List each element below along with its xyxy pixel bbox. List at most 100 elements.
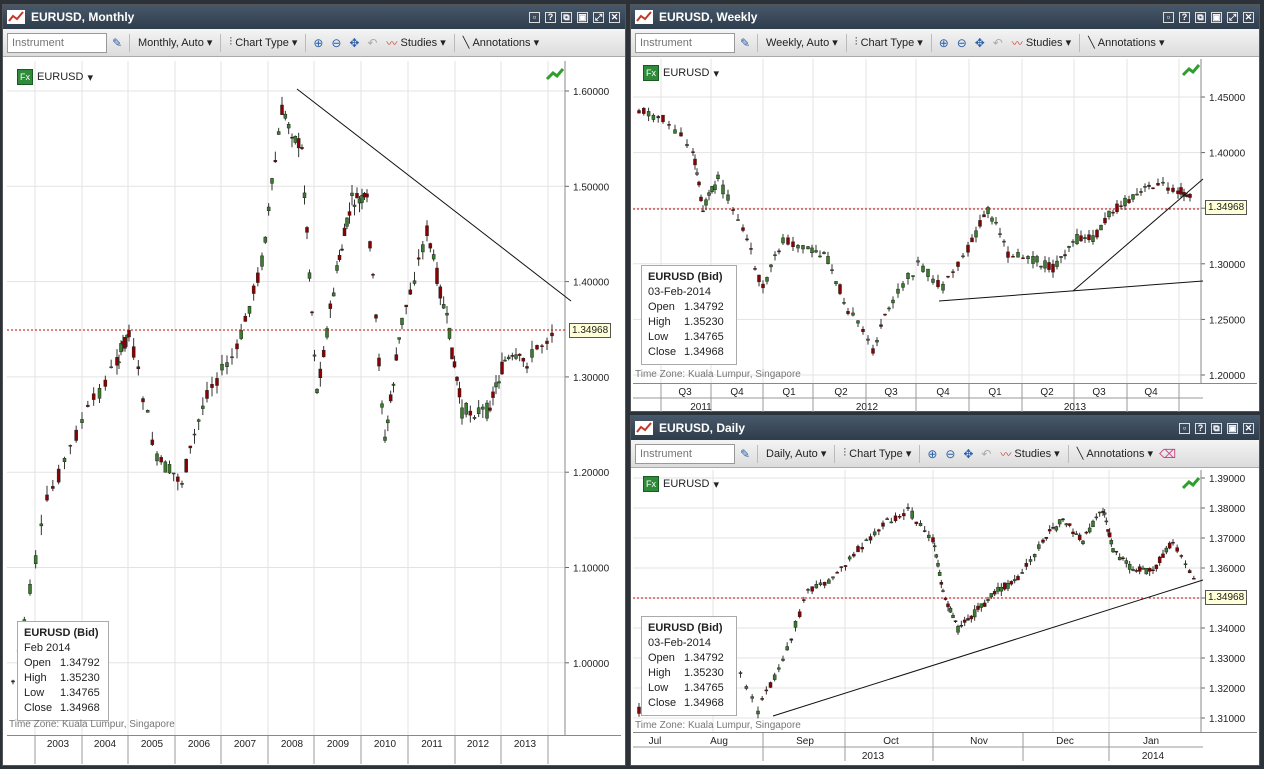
restore-icon[interactable]: ▫ bbox=[529, 11, 540, 23]
instrument-input[interactable] bbox=[7, 32, 107, 53]
symbol-label[interactable]: Fx EURUSD ▾ bbox=[643, 65, 719, 81]
link-icon[interactable]: ▣ bbox=[1227, 422, 1238, 434]
restore-icon[interactable]: ▫ bbox=[1179, 422, 1190, 434]
link-icon[interactable]: ▣ bbox=[1211, 11, 1222, 23]
pan-icon[interactable]: ✥ bbox=[960, 446, 976, 462]
studies-dropdown[interactable]: 〰 Studies ▾ bbox=[996, 444, 1063, 464]
candle-body bbox=[946, 275, 950, 278]
undo-icon[interactable]: ↶ bbox=[978, 446, 994, 462]
annotations-dropdown[interactable]: ╲ Annotations ▾ bbox=[1073, 444, 1157, 464]
drawing-tool-icon[interactable]: ✎ bbox=[737, 446, 753, 462]
instrument-input[interactable] bbox=[635, 32, 735, 53]
timeframe-dropdown[interactable]: Monthly, Auto ▾ bbox=[134, 33, 216, 53]
maximize-icon[interactable]: ⤢ bbox=[1227, 11, 1238, 23]
candle-body bbox=[302, 192, 307, 198]
zoom-in-icon[interactable]: ⊕ bbox=[310, 35, 326, 51]
chevron-down-icon[interactable]: ▾ bbox=[713, 67, 719, 80]
studies-dropdown[interactable]: 〰 Studies ▾ bbox=[382, 33, 449, 53]
candle-body bbox=[860, 546, 864, 550]
candle-body bbox=[750, 696, 754, 699]
chevron-down-icon[interactable]: ▾ bbox=[713, 478, 719, 491]
pan-icon[interactable]: ✥ bbox=[346, 35, 362, 51]
candle-body bbox=[127, 330, 131, 338]
close-icon[interactable]: ✕ bbox=[1243, 422, 1254, 434]
daily-titlebar[interactable]: EURUSD, Daily ▫ ? ⧉ ▣ ✕ bbox=[631, 416, 1259, 440]
candle-body bbox=[123, 337, 127, 349]
symbol-label[interactable]: Fx EURUSD ▾ bbox=[17, 69, 93, 85]
detach-icon[interactable]: ⧉ bbox=[1195, 11, 1206, 23]
zoom-out-icon[interactable]: ⊖ bbox=[328, 35, 344, 51]
candle-body bbox=[425, 225, 429, 236]
restore-icon[interactable]: ▫ bbox=[1163, 11, 1174, 23]
daily-plot-area[interactable]: 1.390001.380001.370001.360001.350001.340… bbox=[633, 470, 1257, 732]
chart-type-dropdown[interactable]: ⫶ Chart Type ▾ bbox=[839, 444, 915, 464]
y-axis-label: 1.32000 bbox=[1209, 684, 1246, 695]
candle-body bbox=[315, 388, 319, 394]
candle-body bbox=[318, 368, 323, 379]
x-axis-label: 2007 bbox=[234, 739, 257, 750]
candle-body bbox=[1139, 191, 1143, 193]
symbol-label[interactable]: Fx EURUSD ▾ bbox=[643, 476, 719, 492]
help-icon[interactable]: ? bbox=[545, 11, 556, 23]
monthly-titlebar[interactable]: EURUSD, Monthly ▫ ? ⧉ ▣ ⤢ ✕ bbox=[3, 5, 625, 29]
drawing-tool-icon[interactable]: ✎ bbox=[109, 35, 125, 51]
candle-body bbox=[1087, 527, 1092, 533]
annotations-dropdown[interactable]: ╲ Annotations ▾ bbox=[459, 33, 543, 53]
candle-body bbox=[117, 361, 121, 364]
help-icon[interactable]: ? bbox=[1195, 422, 1206, 434]
x-axis-label: 2004 bbox=[94, 739, 117, 750]
candle-body bbox=[830, 269, 834, 271]
x-axis-label: 2009 bbox=[327, 739, 350, 750]
annotations-dropdown[interactable]: ╲ Annotations ▾ bbox=[1084, 33, 1168, 53]
zoom-out-icon[interactable]: ⊖ bbox=[954, 35, 970, 51]
candle-body bbox=[68, 445, 73, 447]
help-icon[interactable]: ? bbox=[1179, 11, 1190, 23]
close-icon[interactable]: ✕ bbox=[609, 11, 620, 23]
timeframe-dropdown[interactable]: Weekly, Auto ▾ bbox=[762, 33, 842, 53]
monthly-plot-area[interactable]: 1.60000 1.50000 1.40000 1.30000 1.20000 1.100… bbox=[7, 61, 621, 735]
zoom-in-icon[interactable]: ⊕ bbox=[936, 35, 952, 51]
candle-body bbox=[651, 114, 656, 120]
candle-body bbox=[457, 388, 462, 398]
link-icon[interactable]: ▣ bbox=[577, 11, 588, 23]
timezone-label: Time Zone: Kuala Lumpur, Singapore bbox=[635, 720, 801, 731]
zoom-in-icon[interactable]: ⊕ bbox=[924, 446, 940, 462]
candle-body bbox=[777, 667, 781, 670]
x-axis-label: Sep bbox=[796, 736, 814, 747]
eraser-icon[interactable]: ⌫ bbox=[1159, 446, 1176, 462]
undo-icon[interactable]: ↶ bbox=[990, 35, 1006, 51]
chart-type-dropdown[interactable]: ⫶ Chart Type ▾ bbox=[851, 33, 927, 53]
detach-icon[interactable]: ⧉ bbox=[1211, 422, 1222, 434]
maximize-icon[interactable]: ⤢ bbox=[593, 11, 604, 23]
zoom-out-icon[interactable]: ⊖ bbox=[942, 446, 958, 462]
candle-body bbox=[757, 274, 761, 283]
weekly-plot-area[interactable]: 1.450001.400001.350001.300001.250001.200… bbox=[633, 59, 1257, 383]
candle-body bbox=[310, 311, 314, 314]
weekly-x-axis: Q3 Q4 Q1 Q2 Q3 Q4 Q1 Q2 Q3 Q4 2011 2012 2013 bbox=[633, 383, 1257, 413]
chevron-down-icon[interactable]: ▾ bbox=[87, 71, 93, 84]
candle-body bbox=[435, 267, 439, 284]
chart-logo-icon bbox=[635, 10, 653, 24]
candle-body bbox=[866, 338, 870, 341]
candle-body bbox=[864, 539, 869, 542]
studies-dropdown[interactable]: 〰 Studies ▾ bbox=[1008, 33, 1075, 53]
drawing-tool-icon[interactable]: ✎ bbox=[737, 35, 753, 51]
candle-body bbox=[741, 227, 745, 231]
chart-type-dropdown[interactable]: ⫶ Chart Type ▾ bbox=[225, 33, 301, 53]
close-icon[interactable]: ✕ bbox=[1243, 11, 1254, 23]
candle-body bbox=[450, 347, 454, 360]
candle-body bbox=[956, 625, 960, 633]
candle-body bbox=[404, 304, 408, 308]
instrument-input[interactable] bbox=[635, 443, 735, 464]
pan-icon[interactable]: ✥ bbox=[972, 35, 988, 51]
x-axis-label: Q2 bbox=[1040, 387, 1054, 398]
detach-icon[interactable]: ⧉ bbox=[561, 11, 572, 23]
weekly-titlebar[interactable]: EURUSD, Weekly ▫ ? ⧉ ▣ ⤢ ✕ bbox=[631, 5, 1259, 29]
candle-body bbox=[150, 439, 155, 445]
candle-body bbox=[39, 523, 44, 527]
candle-body bbox=[188, 445, 193, 449]
y-axis-label: 1.37000 bbox=[1209, 534, 1246, 545]
candle-body bbox=[768, 682, 773, 688]
undo-icon[interactable]: ↶ bbox=[364, 35, 380, 51]
timeframe-dropdown[interactable]: Daily, Auto ▾ bbox=[762, 444, 830, 464]
